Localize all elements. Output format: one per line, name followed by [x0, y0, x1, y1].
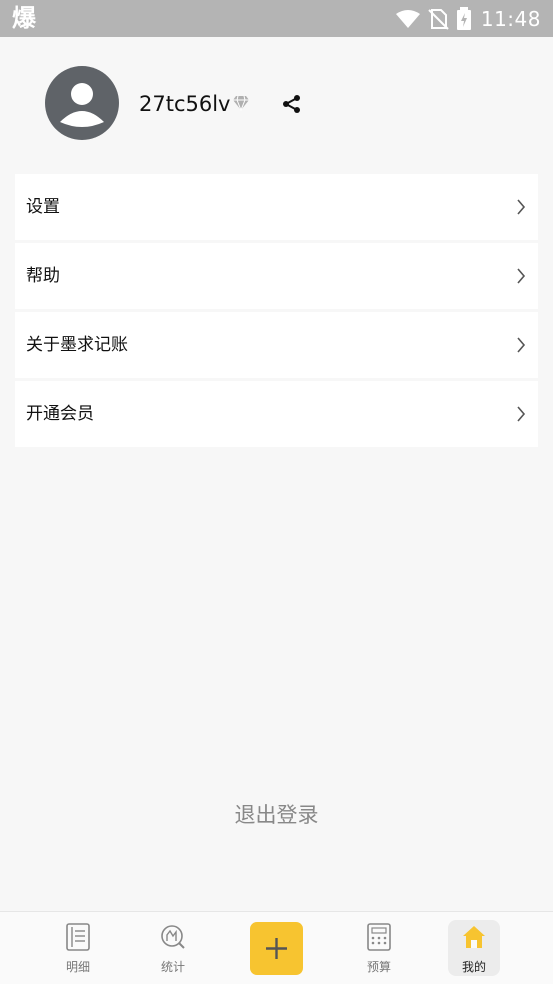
menu-item-label: 关于墨求记账	[26, 335, 128, 355]
profile-header: 27tc56lv	[0, 37, 553, 172]
tab-label: 预算	[366, 960, 391, 974]
tab-mine[interactable]: 我的	[444, 912, 504, 984]
list-icon	[66, 923, 90, 951]
chevron-right-icon	[517, 199, 526, 215]
home-icon	[463, 926, 485, 948]
tab-budget[interactable]: 预算	[349, 912, 409, 984]
tab-label: 我的	[461, 960, 486, 974]
tab-statistics[interactable]: 统计	[143, 912, 203, 984]
add-record-button[interactable]	[250, 922, 303, 975]
menu-item-about[interactable]: 关于墨求记账	[15, 312, 538, 378]
status-icons: 11:48	[395, 0, 541, 37]
share-icon[interactable]	[282, 94, 302, 114]
logout-button[interactable]: 退出登录	[0, 800, 553, 830]
menu-item-label: 开通会员	[26, 404, 94, 424]
menu-item-help[interactable]: 帮助	[15, 243, 538, 309]
calculator-icon	[367, 923, 391, 951]
plus-icon	[266, 938, 287, 959]
clock: 11:48	[480, 6, 541, 31]
battery-charging-icon	[456, 6, 471, 30]
app-notification-icon: 爆	[12, 4, 36, 32]
statistics-icon	[161, 925, 185, 949]
username: 27tc56lv	[139, 92, 231, 116]
status-bar: 爆 11:48	[0, 0, 553, 37]
user-avatar-icon	[60, 83, 104, 127]
bottom-nav: 明细 统计 预算 我的	[0, 911, 553, 984]
chevron-right-icon	[517, 337, 526, 353]
chevron-right-icon	[517, 406, 526, 422]
menu-item-settings[interactable]: 设置	[15, 174, 538, 240]
settings-menu: 设置 帮助 关于墨求记账 开通会员	[15, 174, 538, 450]
chevron-right-icon	[517, 268, 526, 284]
tab-label: 明细	[65, 960, 90, 974]
wifi-icon	[395, 9, 420, 28]
menu-item-membership[interactable]: 开通会员	[15, 381, 538, 447]
diamond-vip-icon	[233, 95, 249, 111]
no-sim-icon	[428, 8, 449, 30]
tab-details[interactable]: 明细	[48, 912, 108, 984]
menu-item-label: 帮助	[26, 266, 60, 286]
avatar[interactable]	[45, 66, 119, 140]
menu-item-label: 设置	[26, 197, 60, 217]
tab-label: 统计	[160, 960, 185, 974]
